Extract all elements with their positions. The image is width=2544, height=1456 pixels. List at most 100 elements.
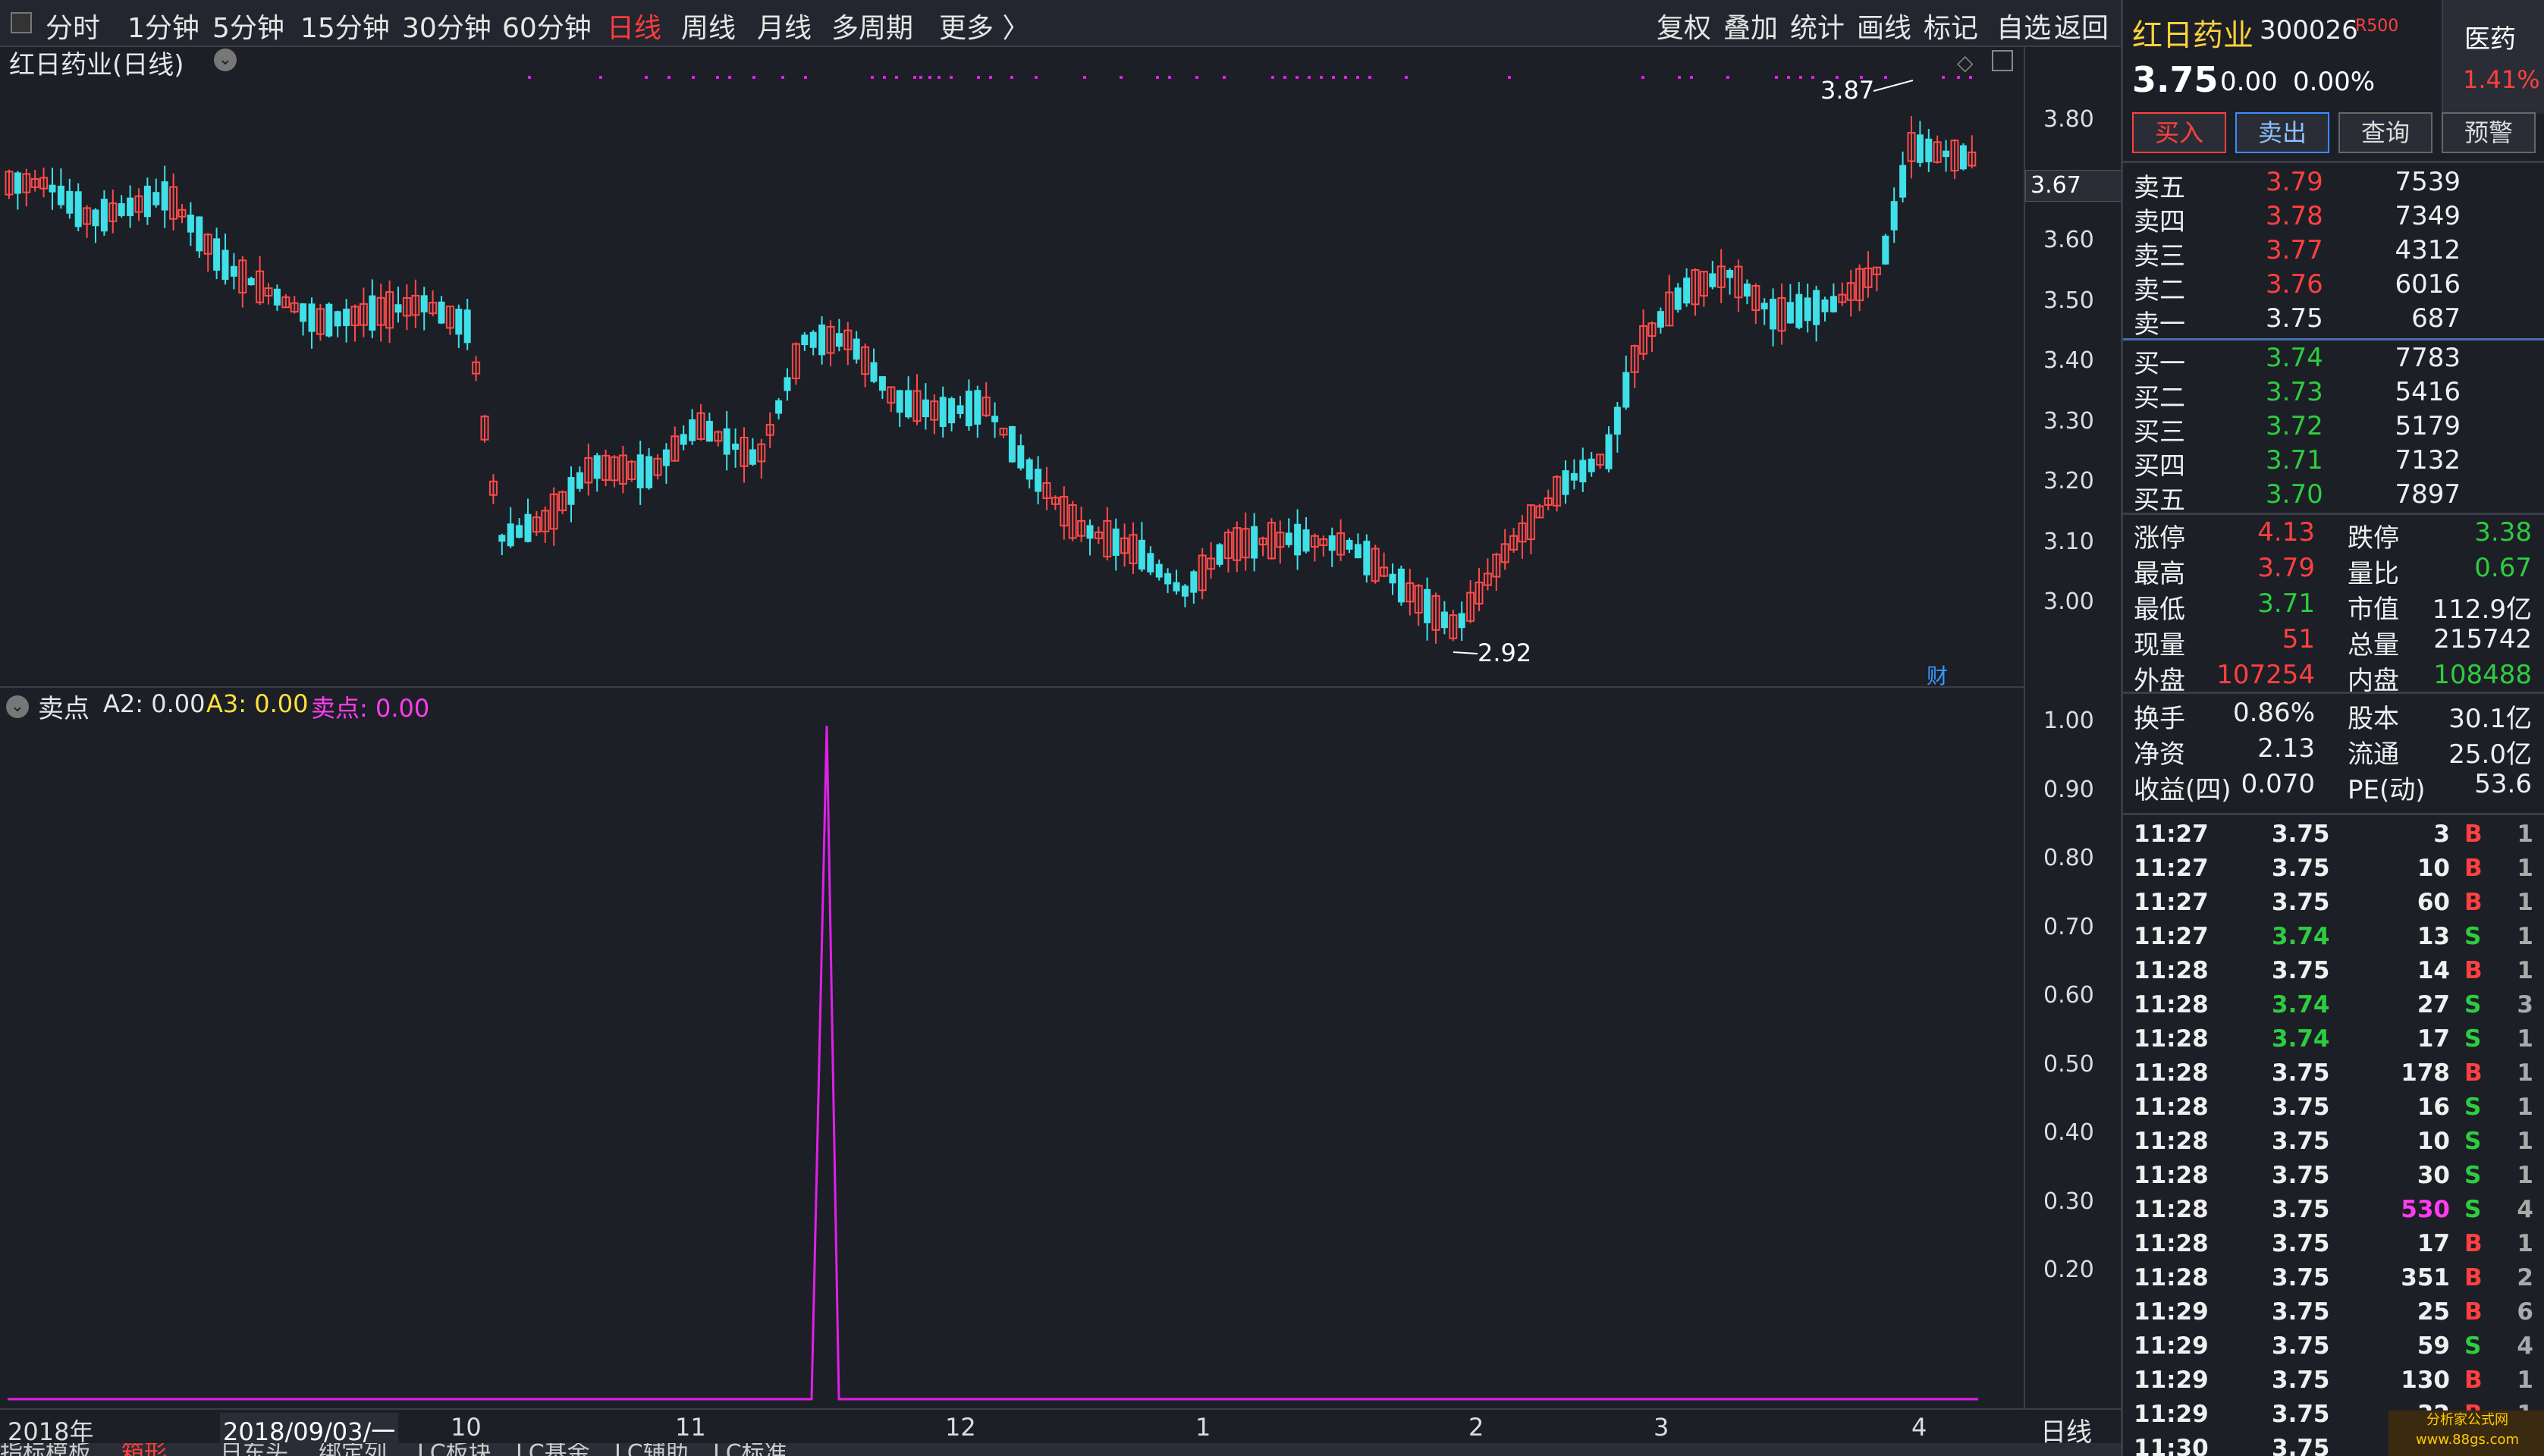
period-tab[interactable]: 更多 〉 xyxy=(939,6,1029,46)
candle-body xyxy=(1579,460,1587,483)
bottom-tab[interactable]: LC板块 xyxy=(417,1443,492,1456)
period-tab[interactable]: 30分钟 xyxy=(402,6,492,46)
tick-side: S xyxy=(2464,1094,2482,1121)
signal-dot xyxy=(1320,76,1323,79)
last-price: 3.75 xyxy=(2132,59,2219,100)
candle-body xyxy=(343,309,350,327)
tick-count: 1 xyxy=(2517,1094,2533,1121)
tick-volume: 16 xyxy=(2417,1094,2450,1121)
period-tab[interactable]: 15分钟 xyxy=(300,6,390,46)
indicator-pane[interactable]: ⌄ 卖点 A2: 0.00 A3: 0.00 卖点: 0.00 xyxy=(0,686,2024,1408)
period-tab[interactable]: 多周期 xyxy=(831,6,913,46)
bottom-tab[interactable]: 指标模板 xyxy=(0,1443,91,1456)
candle-body xyxy=(1147,553,1154,573)
candle-body xyxy=(247,278,255,286)
order-price: 3.78 xyxy=(2266,201,2323,231)
toolbar-action[interactable]: 返回 xyxy=(2054,6,2109,46)
order-level-label: 卖二 xyxy=(2134,275,2185,306)
toolbar-action[interactable]: 自选 xyxy=(1996,6,2051,46)
candle-body xyxy=(57,185,64,206)
date-label: 4 xyxy=(1911,1413,1927,1442)
bottom-tab[interactable]: LC标准 xyxy=(713,1443,787,1456)
indicator-tick: 0.40 xyxy=(2043,1119,2094,1146)
stat-value: 30.1亿 xyxy=(2448,704,2532,734)
period-tab[interactable]: 1分钟 xyxy=(127,6,199,46)
toolbar-action[interactable]: 统计 xyxy=(1790,6,1845,46)
period-tab[interactable]: 日线 xyxy=(607,6,661,46)
order-volume: 7349 xyxy=(2395,201,2461,231)
tick-side: B xyxy=(2464,957,2483,984)
alert-button[interactable]: 预警 xyxy=(2442,112,2536,153)
candle-body xyxy=(576,472,583,489)
industry-box[interactable]: 医药 1.41% xyxy=(2442,0,2544,114)
low-price-marker: 2.92 xyxy=(1478,639,1532,667)
window-menu-icon[interactable] xyxy=(11,12,32,33)
bottom-tab[interactable]: 箱形 xyxy=(121,1443,167,1456)
signal-dot xyxy=(1726,76,1729,79)
finance-icon[interactable]: 财 xyxy=(1927,660,1948,690)
price-change-pct: 0.00% xyxy=(2293,67,2376,97)
candle-body xyxy=(334,311,341,327)
candle-body xyxy=(896,390,903,413)
trade-tick-row: 11:28 3.75 530 S 4 xyxy=(2123,1196,2544,1230)
tick-price: 3.75 xyxy=(2272,1264,2330,1291)
toolbar-action[interactable]: 标记 xyxy=(1924,6,1978,46)
tick-price: 3.75 xyxy=(2272,1435,2330,1456)
signal-dot xyxy=(1690,76,1693,79)
buy-button[interactable]: 买入 xyxy=(2132,112,2226,153)
price-chart-pane[interactable]: 红日药业(日线) ⌄ ◇ 3.87 2.92 财 xyxy=(0,47,2024,689)
candle-body xyxy=(1155,563,1163,578)
stat-row: 收益(四) 0.070 PE(动) 53.6 xyxy=(2123,769,2544,805)
stat-label: 量比 xyxy=(2348,559,2399,589)
candle-body xyxy=(1588,458,1595,472)
period-tab[interactable]: 月线 xyxy=(757,6,812,46)
tick-volume: 130 xyxy=(2401,1367,2450,1394)
tick-count: 1 xyxy=(2517,855,2533,882)
tick-count: 6 xyxy=(2517,1298,2533,1326)
order-level-label: 买三 xyxy=(2134,417,2185,447)
period-tab[interactable]: 周线 xyxy=(681,6,736,46)
trade-tick-row: 11:27 3.75 3 B 1 xyxy=(2123,821,2544,855)
tick-price: 3.75 xyxy=(2272,1094,2330,1121)
tick-volume: 17 xyxy=(2417,1230,2450,1257)
price-tick: 3.30 xyxy=(2043,407,2094,435)
signal-dot xyxy=(883,76,886,79)
tick-count: 1 xyxy=(2517,1162,2533,1189)
sell-button[interactable]: 卖出 xyxy=(2235,112,2329,153)
toolbar-action[interactable]: 画线 xyxy=(1857,6,1911,46)
tick-volume: 60 xyxy=(2417,889,2450,916)
toolbar-action[interactable]: 叠加 xyxy=(1723,6,1778,46)
bottom-tab[interactable]: LC辅助 xyxy=(614,1443,689,1456)
tick-count: 1 xyxy=(2517,923,2533,950)
query-button[interactable]: 查询 xyxy=(2338,112,2433,153)
candle-body xyxy=(1328,535,1336,551)
candle-body xyxy=(1829,296,1837,312)
bottom-tab[interactable]: 日东头 xyxy=(220,1443,288,1456)
toolbar-action[interactable]: 复权 xyxy=(1657,6,1711,46)
high-arrow xyxy=(1873,80,1914,92)
tick-time: 11:28 xyxy=(2134,1162,2209,1189)
bottom-tab[interactable]: 绑定列 xyxy=(319,1443,387,1456)
tick-side: B xyxy=(2464,1059,2483,1087)
stat-label: 总量 xyxy=(2348,630,2399,661)
stat-label: 现量 xyxy=(2134,630,2185,661)
bottom-tab[interactable]: LC基金 xyxy=(516,1443,590,1456)
tick-side: B xyxy=(2464,1367,2483,1394)
date-label: 11 xyxy=(675,1413,706,1442)
candle-body xyxy=(1181,585,1189,597)
order-level-label: 买四 xyxy=(2134,451,2185,482)
price-change: 0.00 xyxy=(2220,67,2278,97)
candle-body xyxy=(1363,541,1371,576)
period-tab[interactable]: 分时 xyxy=(46,6,100,46)
order-volume: 7897 xyxy=(2395,479,2461,510)
stat-row: 外盘 107254 内盘 108488 xyxy=(2123,660,2544,696)
signal-dot xyxy=(1344,76,1347,79)
candle-body xyxy=(1795,293,1803,328)
tick-count: 1 xyxy=(2517,821,2533,848)
stock-flag: R500 xyxy=(2355,17,2399,36)
signal-dot xyxy=(1942,76,1945,79)
period-tab[interactable]: 60分钟 xyxy=(502,6,592,46)
period-tab[interactable]: 5分钟 xyxy=(212,6,284,46)
candle-body xyxy=(1440,611,1448,629)
tick-side: S xyxy=(2464,991,2482,1018)
